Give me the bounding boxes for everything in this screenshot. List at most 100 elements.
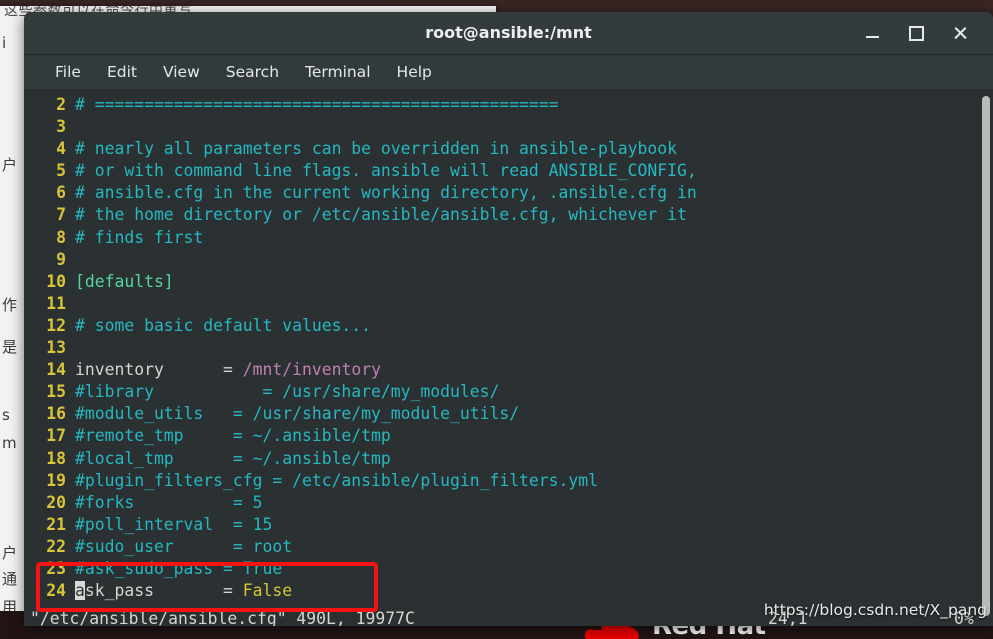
menu-item-view[interactable]: View <box>150 60 213 84</box>
code-span: = <box>223 581 243 601</box>
code-line: 11 <box>24 293 993 315</box>
line-number: 20 <box>46 492 66 512</box>
code-span: #sudo_user = root <box>75 536 293 556</box>
line-number: 11 <box>46 293 66 313</box>
line-text <box>66 249 75 271</box>
code-line: 7 # the home directory or /etc/ansible/an… <box>24 204 993 226</box>
line-number: 14 <box>46 360 66 380</box>
code-span: # some basic default values... <box>75 315 372 335</box>
line-number: 13 <box>46 338 66 358</box>
menu-item-file[interactable]: File <box>42 60 94 84</box>
editor-viewport[interactable]: 2 # =====================================… <box>24 90 993 626</box>
line-text: #module_utils = /usr/share/my_module_uti… <box>66 403 519 425</box>
line-text: #forks = 5 <box>66 492 263 514</box>
code-line: 18 #local_tmp = ~/.ansible/tmp <box>24 448 993 470</box>
line-number: 16 <box>46 404 66 424</box>
code-span: # ansible.cfg in the current working dir… <box>75 183 697 203</box>
code-line: 17 #remote_tmp = ~/.ansible/tmp <box>24 425 993 447</box>
window-titlebar[interactable]: root@ansible:/mnt <box>24 12 993 55</box>
scrollbar[interactable] <box>979 90 993 626</box>
menu-item-edit[interactable]: Edit <box>94 60 150 84</box>
maximize-icon <box>908 25 924 41</box>
code-span: #library = /usr/share/my_modules/ <box>75 382 500 402</box>
code-line: 14 inventory = /mnt/inventory <box>24 359 993 381</box>
code-line: 15 #library = /usr/share/my_modules/ <box>24 381 993 403</box>
code-span: # finds first <box>75 227 204 247</box>
line-number: 22 <box>46 536 66 556</box>
line-text: #ask_sudo_pass = True <box>66 558 282 580</box>
terminal-window: root@ansible:/mnt File Edit View Search … <box>24 12 993 626</box>
line-text: #poll_interval = 15 <box>66 514 272 536</box>
background-doc-line: 户 <box>2 544 18 562</box>
scrollbar-thumb[interactable] <box>982 96 990 616</box>
code-line: 10 [defaults] <box>24 271 993 293</box>
code-span: # the home directory or /etc/ansible/ans… <box>75 205 687 225</box>
screen: 这些参数可以在命令行中重写 i 户 作 是 s m 户 通 用 ethod提示输… <box>0 0 993 639</box>
code-line: 20 #forks = 5 <box>24 492 993 514</box>
line-number: 18 <box>46 448 66 468</box>
line-text: # the home directory or /etc/ansible/ans… <box>66 204 687 226</box>
line-text: #local_tmp = ~/.ansible/tmp <box>66 448 391 470</box>
line-number: 19 <box>46 470 66 490</box>
code-line: 9 <box>24 249 993 271</box>
line-number: 23 <box>46 558 66 578</box>
close-button[interactable] <box>949 22 971 44</box>
code-line: 5 # or with command line flags. ansible w… <box>24 160 993 182</box>
code-span: = <box>223 360 243 380</box>
code-span: #poll_interval = 15 <box>75 514 273 534</box>
line-number: 15 <box>46 382 66 402</box>
code-span: #plugin_filters_cfg = /etc/ansible/plugi… <box>75 470 599 490</box>
background-doc-line: i <box>2 34 7 52</box>
line-number: 7 <box>56 205 66 225</box>
line-text: # ======================================… <box>66 94 559 116</box>
line-text: # or with command line flags. ansible wi… <box>66 160 697 182</box>
code-line: 2 # =====================================… <box>24 94 993 116</box>
code-span: #remote_tmp = ~/.ansible/tmp <box>75 426 391 446</box>
code-span: /mnt/inventory <box>242 360 381 380</box>
minimize-button[interactable] <box>861 22 883 44</box>
code-span: [defaults] <box>75 271 174 291</box>
window-title: root@ansible:/mnt <box>425 23 592 42</box>
minimize-icon <box>865 35 879 38</box>
background-doc-line: 通 <box>2 570 18 588</box>
line-text: # ansible.cfg in the current working dir… <box>66 182 697 204</box>
line-text <box>66 337 75 359</box>
line-number: 4 <box>56 139 66 159</box>
code-line: 12 # some basic default values... <box>24 315 993 337</box>
line-text: #plugin_filters_cfg = /etc/ansible/plugi… <box>66 470 598 492</box>
maximize-button[interactable] <box>905 22 927 44</box>
line-number: 3 <box>56 117 66 137</box>
code-span: #forks = 5 <box>75 492 263 512</box>
background-doc-line: 户 <box>2 156 18 174</box>
watermark-text: https://blog.csdn.net/X_pang <box>763 601 987 619</box>
line-number: 6 <box>56 183 66 203</box>
line-text: ask_pass = False <box>66 580 292 602</box>
code-line: 3 <box>24 116 993 138</box>
line-text: inventory = /mnt/inventory <box>66 359 381 381</box>
window-controls <box>861 12 983 54</box>
code-span: False <box>242 581 293 601</box>
code-line: 16 #module_utils = /usr/share/my_module_u… <box>24 403 993 425</box>
code-line: 13 <box>24 337 993 359</box>
line-text: # nearly all parameters can be overridde… <box>66 138 677 160</box>
code-line: 8 # finds first <box>24 227 993 249</box>
code-line: 24 ask_pass = False <box>24 580 993 602</box>
code-line: 4 # nearly all parameters can be overridd… <box>24 138 993 160</box>
code-span: # or with command line flags. ansible wi… <box>75 161 697 181</box>
line-text: #remote_tmp = ~/.ansible/tmp <box>66 425 391 447</box>
code-line: 23 #ask_sudo_pass = True <box>24 558 993 580</box>
background-doc-line: 作 <box>2 296 18 314</box>
line-text: # some basic default values... <box>66 315 371 337</box>
line-text: [defaults] <box>66 271 174 293</box>
code-span: # nearly all parameters can be overridde… <box>75 139 677 159</box>
line-text <box>66 293 75 315</box>
line-number: 10 <box>46 271 66 291</box>
menubar: File Edit View Search Terminal Help <box>24 55 993 90</box>
menu-item-terminal[interactable]: Terminal <box>292 60 384 84</box>
line-number: 24 <box>46 581 66 601</box>
code-line: 19 #plugin_filters_cfg = /etc/ansible/plu… <box>24 470 993 492</box>
menu-item-search[interactable]: Search <box>213 60 292 84</box>
menu-item-help[interactable]: Help <box>384 60 445 84</box>
code-area[interactable]: 2 # =====================================… <box>24 94 993 602</box>
code-span: # ======================================… <box>75 95 559 114</box>
